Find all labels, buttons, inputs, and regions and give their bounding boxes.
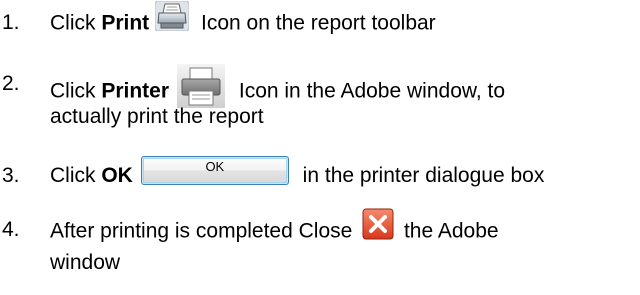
ok-button-label: OK (205, 159, 225, 174)
step-text-bold: Printer (101, 79, 170, 103)
close-icon[interactable] (362, 208, 394, 240)
step-text-pre: Click (50, 164, 102, 188)
step-number: 3. (2, 164, 20, 187)
step-text-line2: window (50, 251, 121, 274)
step-text-line2: actually print the report (50, 105, 264, 128)
step-text: After printing is completed Close the Ad… (50, 208, 499, 248)
step-number: 4. (2, 218, 20, 241)
step-number: 2. (2, 72, 20, 95)
print-icon (154, 0, 190, 32)
step-text: Click OK OK in the printer dialogue box (50, 156, 545, 191)
step-text-post: in the printer dialogue box (296, 164, 545, 188)
step-text-pre: Click (50, 79, 102, 103)
step-text-bold: Print (101, 11, 150, 35)
ok-button[interactable]: OK (140, 156, 289, 185)
printer-icon (177, 64, 226, 108)
step-text-bold: OK (101, 164, 133, 188)
step-number: 1. (2, 11, 20, 34)
step-text-pre: After printing is completed Close (50, 219, 359, 243)
step-text-pre: Click (50, 11, 102, 35)
step-text-post: Icon on the report toolbar (195, 11, 436, 35)
step-text: Click Print Icon on the report toolbar (50, 0, 436, 39)
step-text-post: Icon in the Adobe window, to (233, 79, 506, 103)
step-text-post: the Adobe (398, 219, 499, 243)
